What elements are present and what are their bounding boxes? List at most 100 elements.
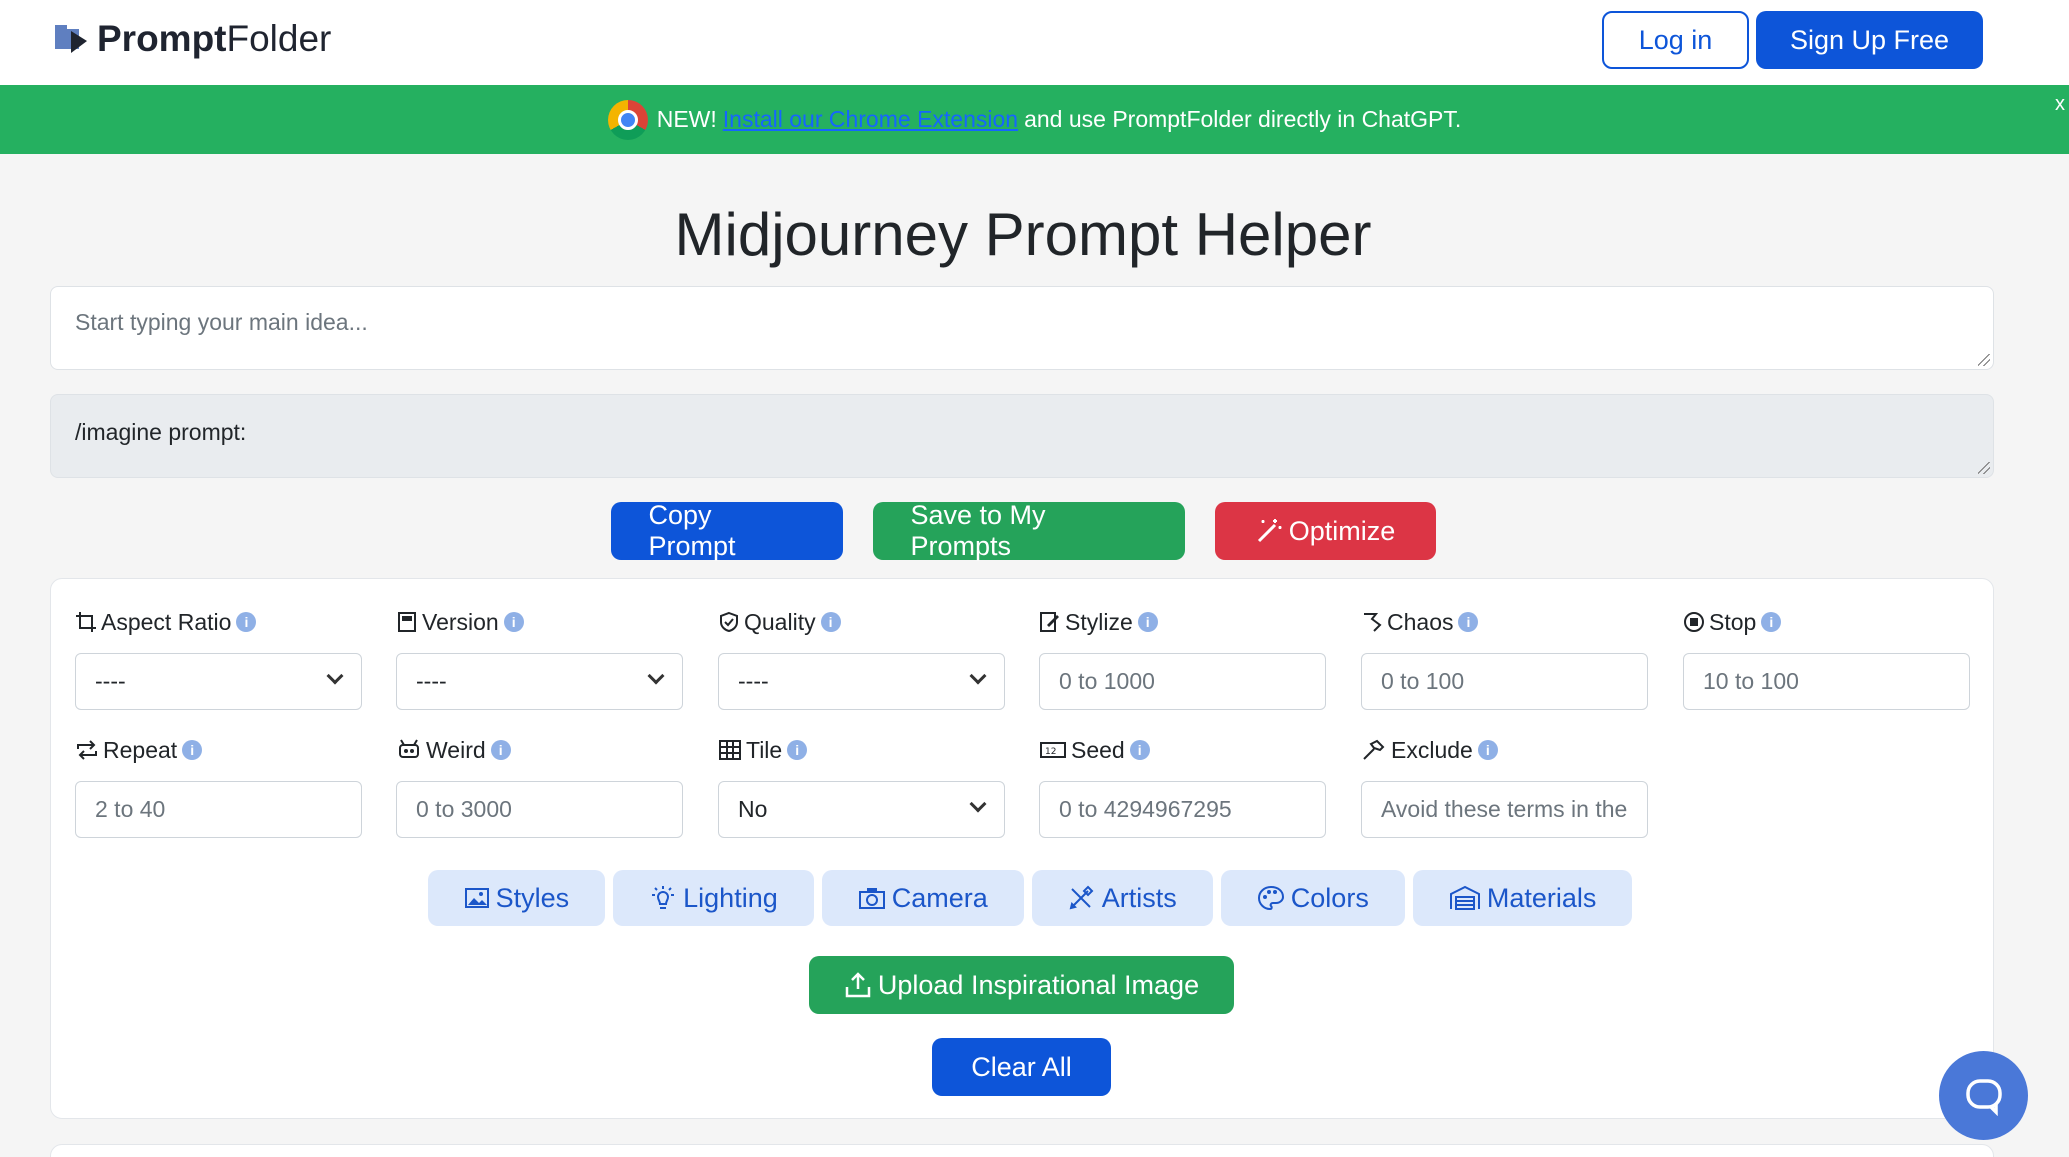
exclude-input[interactable]: Avoid these terms in the <box>1361 781 1648 838</box>
weird-placeholder: 0 to 3000 <box>416 796 512 822</box>
announcement-banner: NEW! Install our Chrome Extension and us… <box>0 85 2069 154</box>
clear-all-button[interactable]: Clear All <box>932 1038 1111 1096</box>
action-buttons: Copy Prompt Save to My Prompts Optimize <box>0 500 2046 561</box>
info-icon[interactable]: i <box>1458 612 1479 632</box>
stylize-placeholder: 0 to 1000 <box>1059 668 1155 694</box>
weird-field: Weird i 0 to 3000 <box>396 734 683 838</box>
chat-bubble-icon <box>1965 1078 2002 1116</box>
exclude-label: Exclude <box>1391 736 1473 763</box>
info-icon[interactable]: i <box>787 740 808 760</box>
info-icon[interactable]: i <box>820 612 841 632</box>
version-field: Version i ---- <box>396 606 683 710</box>
crop-icon <box>76 612 96 632</box>
hammer-icon <box>1363 739 1385 760</box>
svg-text:12: 12 <box>1045 747 1056 757</box>
category-tabs: Styles Lighting Camera Artists Colors Ma… <box>0 870 2046 926</box>
palette-icon <box>1257 885 1284 911</box>
repeat-icon <box>77 740 97 760</box>
chevron-down-icon <box>969 795 987 813</box>
tile-label: Tile <box>746 736 783 763</box>
info-icon[interactable]: i <box>503 612 524 632</box>
main-idea-placeholder: Start typing your main idea... <box>75 309 368 335</box>
stop-label: Stop <box>1709 608 1757 635</box>
copy-prompt-button[interactable]: Copy Prompt <box>610 500 843 561</box>
repeat-placeholder: 2 to 40 <box>95 796 166 822</box>
stop-input[interactable]: 10 to 100 <box>1683 653 1970 710</box>
info-icon[interactable]: i <box>1137 612 1158 632</box>
tab-artists-label: Artists <box>1101 882 1177 913</box>
repeat-field: Repeat i 2 to 40 <box>75 734 362 838</box>
chaos-input[interactable]: 0 to 100 <box>1361 653 1648 710</box>
weird-label: Weird <box>426 736 486 763</box>
tile-select[interactable]: No <box>718 781 1005 838</box>
tab-camera-label: Camera <box>891 882 988 913</box>
login-button[interactable]: Log in <box>1602 11 1749 69</box>
info-icon[interactable]: i <box>182 740 203 760</box>
lightbulb-icon <box>652 886 675 909</box>
brush-icon <box>1069 885 1094 910</box>
chaos-placeholder: 0 to 100 <box>1381 668 1465 694</box>
banner-prefix: NEW! <box>656 106 717 132</box>
info-icon[interactable]: i <box>490 740 511 760</box>
top-header: PromptFolder Log in Sign Up Free <box>0 0 2069 85</box>
resize-handle-icon[interactable] <box>1978 354 1990 366</box>
info-icon[interactable]: i <box>1129 740 1150 760</box>
stylize-field: Stylize i 0 to 1000 <box>1039 606 1326 710</box>
resize-handle-icon[interactable] <box>1978 462 1990 474</box>
stylize-input[interactable]: 0 to 1000 <box>1039 653 1326 710</box>
main-idea-input[interactable]: Start typing your main idea... <box>50 286 1994 370</box>
quality-label: Quality <box>744 608 816 635</box>
quality-field: Quality i ---- <box>718 606 1005 710</box>
stylize-label: Stylize <box>1065 608 1133 635</box>
stop-icon <box>1684 612 1704 632</box>
chevron-down-icon <box>647 667 665 685</box>
logo-text-bold: Prompt <box>97 18 227 59</box>
tab-artists[interactable]: Artists <box>1031 870 1213 926</box>
stop-field: Stop i 10 to 100 <box>1683 606 1970 710</box>
optimize-label: Optimize <box>1288 515 1396 546</box>
shield-check-icon <box>720 611 738 633</box>
logo[interactable]: PromptFolder <box>53 18 331 60</box>
chevron-down-icon <box>969 667 987 685</box>
version-label: Version <box>422 608 499 635</box>
chat-widget-button[interactable] <box>1939 1051 2028 1140</box>
tab-materials-label: Materials <box>1486 882 1597 913</box>
upload-image-button[interactable]: Upload Inspirational Image <box>809 956 1234 1014</box>
repeat-label: Repeat <box>103 736 178 763</box>
chaos-label: Chaos <box>1387 608 1454 635</box>
page-title: Midjourney Prompt Helper <box>674 201 1372 268</box>
weird-icon <box>399 739 419 758</box>
logo-text-rest: Folder <box>226 18 332 59</box>
banner-close-button[interactable]: x <box>2055 93 2065 116</box>
aspect-ratio-select[interactable]: ---- <box>75 653 362 710</box>
camera-icon <box>858 888 885 909</box>
tab-colors[interactable]: Colors <box>1220 870 1405 926</box>
save-prompt-button[interactable]: Save to My Prompts <box>872 500 1185 561</box>
tile-value: No <box>738 796 768 822</box>
tab-camera[interactable]: Camera <box>821 870 1024 926</box>
upload-image-label: Upload Inspirational Image <box>877 969 1200 1000</box>
aspect-ratio-field: Aspect Ratio i ---- <box>75 606 362 710</box>
banner-text: and use PromptFolder directly in ChatGPT… <box>1024 106 1462 132</box>
prompt-output-text: /imagine prompt: <box>75 419 247 445</box>
optimize-button[interactable]: Optimize <box>1214 502 1436 560</box>
tab-styles[interactable]: Styles <box>427 870 606 926</box>
repeat-input[interactable]: 2 to 40 <box>75 781 362 838</box>
aspect-ratio-label: Aspect Ratio <box>101 608 232 635</box>
logo-icon <box>53 19 93 59</box>
info-icon[interactable]: i <box>236 612 257 632</box>
version-select[interactable]: ---- <box>396 653 683 710</box>
tab-lighting[interactable]: Lighting <box>613 870 814 926</box>
stylize-icon <box>1040 612 1059 632</box>
chaos-field: Chaos i 0 to 100 <box>1361 606 1648 710</box>
signup-button[interactable]: Sign Up Free <box>1756 11 1983 69</box>
info-icon[interactable]: i <box>1477 740 1498 760</box>
seed-input[interactable]: 0 to 4294967295 <box>1039 781 1326 838</box>
chrome-extension-link[interactable]: Install our Chrome Extension <box>723 106 1018 133</box>
tab-styles-label: Styles <box>495 882 570 913</box>
weird-input[interactable]: 0 to 3000 <box>396 781 683 838</box>
prompt-output[interactable]: /imagine prompt: <box>50 394 1994 478</box>
info-icon[interactable]: i <box>1761 612 1782 632</box>
quality-select[interactable]: ---- <box>718 653 1005 710</box>
tab-materials[interactable]: Materials <box>1412 870 1633 926</box>
